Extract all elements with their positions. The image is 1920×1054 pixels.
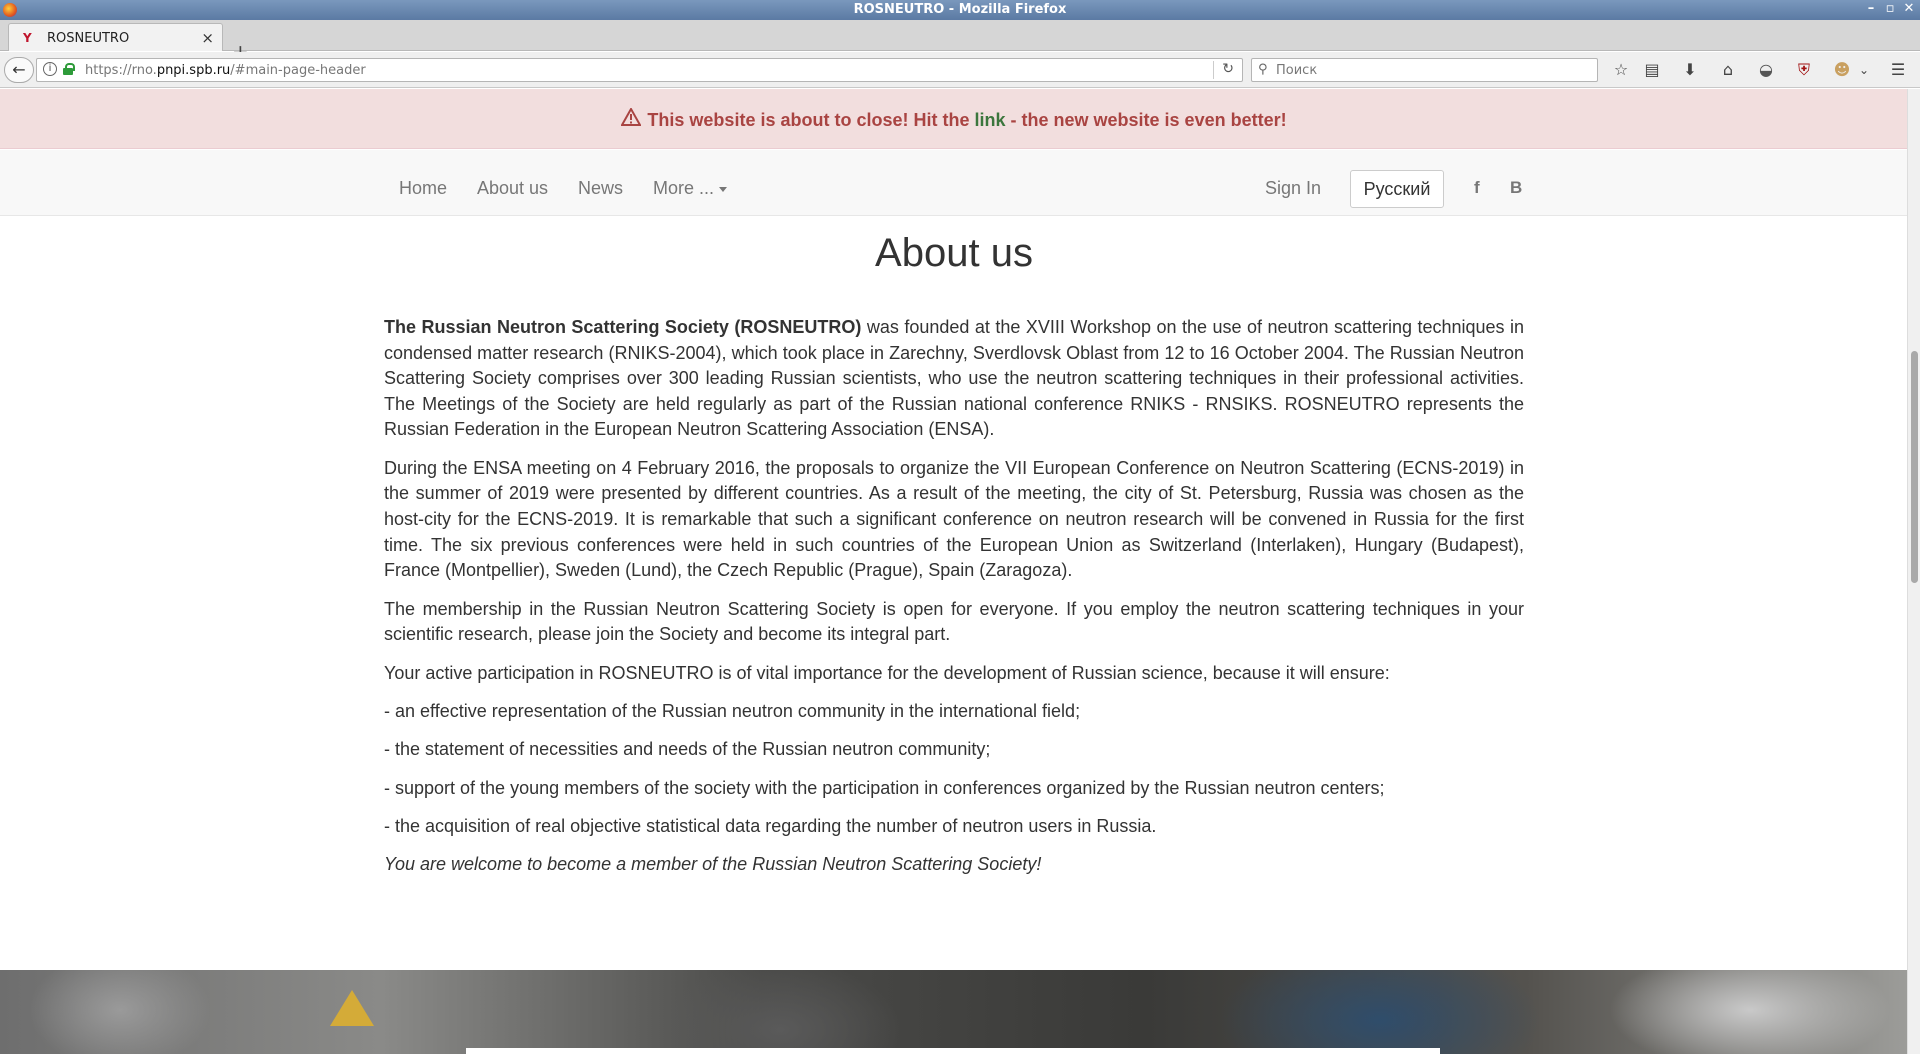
hamburger-menu-icon[interactable]: ☰ [1887, 60, 1909, 82]
vk-icon[interactable]: B [1510, 178, 1522, 198]
page-title: About us [875, 231, 1033, 275]
welcome-line: You are welcome to become a member of th… [384, 854, 1042, 875]
footer-panel [466, 1048, 1440, 1054]
caret-down-icon [719, 186, 728, 192]
tab-strip: Y ROSNEUTRO × + [0, 20, 1920, 62]
info-icon[interactable]: i [43, 62, 57, 76]
chevron-down-icon[interactable]: ⌄ [1853, 60, 1875, 82]
page-viewport: This website is about to close! Hit the … [0, 89, 1907, 1054]
nav-about-us[interactable]: About us [477, 178, 548, 198]
closing-alert-banner: This website is about to close! Hit the … [0, 89, 1907, 149]
download-icon[interactable]: ⬇ [1679, 60, 1701, 82]
participation-paragraph: Your active participation in ROSNEUTRO i… [384, 662, 1390, 683]
intro-paragraph: The Russian Neutron Scattering Society (… [384, 317, 1524, 440]
list-item: - support of the young members of the so… [384, 777, 1385, 798]
tab-label: ROSNEUTRO [47, 31, 130, 46]
page-scrollbar[interactable] [1907, 89, 1920, 1054]
site-favicon-icon: Y [23, 31, 32, 45]
reload-icon[interactable]: ↻ [1222, 61, 1234, 77]
lock-icon[interactable] [63, 63, 75, 75]
tab-rosneutro[interactable]: Y ROSNEUTRO × [8, 23, 223, 51]
nav-sign-in[interactable]: Sign In [1265, 178, 1321, 198]
language-switch-button[interactable]: Русский [1350, 170, 1444, 208]
about-content: About us The Russian Neutron Scattering … [384, 217, 1524, 891]
search-placeholder: Поиск [1276, 63, 1318, 78]
url-text[interactable]: https://rno.pnpi.spb.ru/#main-page-heade… [85, 63, 366, 78]
warning-triangle-icon [620, 106, 643, 131]
window-title: ROSNEUTRO - Mozilla Firefox [853, 2, 1067, 17]
list-item: - an effective representation of the Rus… [384, 700, 1081, 721]
back-arrow-icon[interactable]: ← [4, 57, 34, 83]
alert-text-start: This website is about to close! Hit the [647, 110, 970, 130]
ensa-paragraph: During the ENSA meeting on 4 February 20… [384, 457, 1524, 581]
nav-home[interactable]: Home [399, 178, 447, 198]
list-item: - the acquisition of real objective stat… [384, 816, 1157, 837]
list-item: - the statement of necessities and needs… [384, 739, 991, 760]
close-window-icon[interactable]: ✕ [1901, 1, 1917, 17]
close-tab-icon[interactable]: × [201, 29, 214, 47]
nav-news[interactable]: News [578, 178, 623, 198]
navigation-toolbar: ← i https://rno.pnpi.spb.ru/#main-page-h… [0, 52, 1920, 88]
home-icon[interactable]: ⌂ [1717, 60, 1739, 82]
star-icon[interactable]: ☆ [1610, 60, 1632, 82]
nav-more-label: More ... [653, 178, 715, 198]
url-separator [1213, 61, 1214, 79]
reading-list-icon[interactable]: ▤ [1641, 60, 1663, 82]
site-navbar: Home About us News More ... Sign In Русс… [0, 150, 1907, 216]
scrollbar-thumb[interactable] [1911, 351, 1918, 583]
url-bar[interactable]: i https://rno.pnpi.spb.ru/#main-page-hea… [36, 58, 1243, 82]
url-domain: pnpi.spb.ru [156, 63, 231, 78]
footer-background-photo [0, 970, 1907, 1054]
ublock-shield-icon[interactable]: ⛨ [1793, 60, 1815, 82]
facebook-icon[interactable]: f [1474, 178, 1480, 198]
alert-text-end: - the new website is even better! [1010, 110, 1287, 130]
maximize-icon[interactable]: ▫ [1882, 1, 1898, 17]
pocket-icon[interactable]: ◒ [1755, 60, 1777, 82]
society-name: The Russian Neutron Scattering Society (… [384, 317, 862, 337]
window-titlebar: ROSNEUTRO - Mozilla Firefox – ▫ ✕ [0, 0, 1920, 20]
minimize-icon[interactable]: – [1863, 1, 1879, 17]
search-input[interactable]: ⚲ Поиск [1251, 58, 1598, 82]
hazard-sign-icon [330, 990, 374, 1026]
nav-more-dropdown[interactable]: More ... [653, 178, 728, 198]
search-icon: ⚲ [1258, 62, 1268, 77]
addon-icon[interactable]: ☻ [1831, 60, 1853, 82]
new-website-link[interactable]: link [974, 110, 1005, 130]
membership-paragraph: The membership in the Russian Neutron Sc… [384, 598, 1524, 645]
